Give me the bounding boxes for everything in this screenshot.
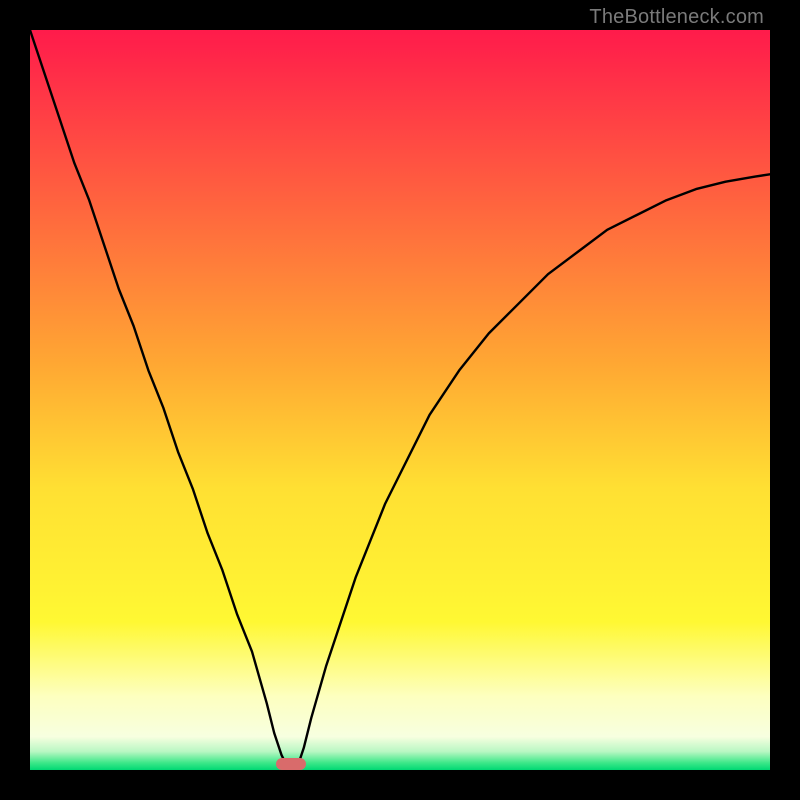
optimal-point-marker [276, 758, 306, 770]
watermark-text: TheBottleneck.com [589, 6, 764, 29]
bottleneck-curve [30, 30, 770, 770]
chart-plot-area [30, 30, 770, 770]
